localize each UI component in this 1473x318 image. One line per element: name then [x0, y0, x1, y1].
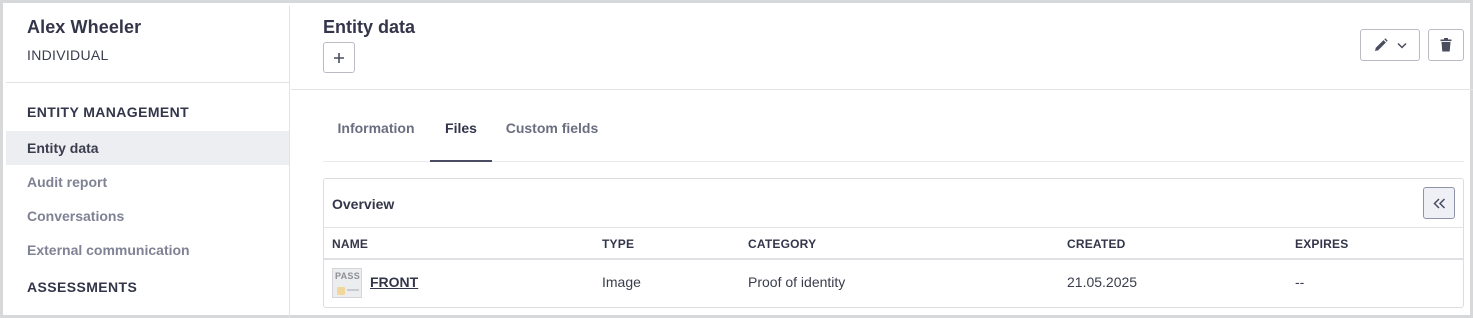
sidebar: Alex Wheeler INDIVIDUAL ENTITY MANAGEMEN… [6, 6, 290, 318]
entity-type: INDIVIDUAL [27, 47, 109, 63]
file-thumbnail[interactable]: PASS [332, 268, 362, 298]
app-frame: Alex Wheeler INDIVIDUAL ENTITY MANAGEMEN… [0, 0, 1473, 318]
column-header-expires[interactable]: EXPIRES [1295, 237, 1348, 251]
tab-custom-fields[interactable]: Custom fields [492, 109, 612, 162]
table-row: PASS FRONT Image Proof of identity 21.05… [324, 260, 1463, 306]
chevron-down-icon [1396, 42, 1407, 49]
table-header: NAME TYPE CATEGORY CREATED EXPIRES [324, 228, 1463, 260]
pencil-icon [1374, 38, 1388, 51]
double-chevron-left-icon [1432, 197, 1445, 209]
thumbnail-label: PASS [335, 271, 361, 281]
collapse-button[interactable] [1423, 187, 1455, 219]
passport-photo-icon [337, 287, 345, 295]
file-created: 21.05.2025 [1067, 274, 1138, 290]
section-title-entity-management: ENTITY MANAGEMENT [27, 104, 190, 120]
page-title: Entity data [323, 17, 416, 37]
edit-menu-button[interactable] [1360, 29, 1420, 61]
column-header-name[interactable]: NAME [332, 237, 368, 251]
tab-files[interactable]: Files [430, 109, 492, 162]
file-expires: -- [1295, 274, 1305, 290]
delete-button[interactable] [1428, 29, 1464, 61]
column-header-created[interactable]: CREATED [1067, 237, 1126, 251]
sidebar-item-external-communication[interactable]: External communication [6, 233, 289, 267]
sidebar-item-entity-data[interactable]: Entity data [6, 131, 289, 165]
trash-icon [1440, 38, 1452, 52]
entity-header: Alex Wheeler INDIVIDUAL [6, 6, 289, 83]
file-name-link[interactable]: FRONT [370, 274, 418, 290]
entity-name: Alex Wheeler [27, 17, 142, 37]
add-button[interactable] [323, 42, 355, 73]
tab-information[interactable]: Information [323, 109, 429, 162]
file-type: Image [602, 274, 641, 290]
overview-panel: Overview NAME TYPE CATEGORY CREATED EXPI… [323, 178, 1464, 308]
file-category: Proof of identity [748, 274, 846, 290]
passport-text-line [347, 289, 359, 291]
column-header-type[interactable]: TYPE [602, 237, 634, 251]
section-title-assessments: ASSESSMENTS [27, 279, 138, 295]
overview-title: Overview [332, 196, 395, 212]
column-header-category[interactable]: CATEGORY [748, 237, 816, 251]
plus-icon [334, 52, 344, 63]
main-header: Entity data [291, 6, 1473, 90]
tab-bar: Information Files Custom fields [323, 109, 1464, 162]
main-content: Entity data Information Files Custom fie… [291, 6, 1473, 318]
sidebar-nav: Entity data Audit report Conversations E… [6, 131, 289, 267]
overview-header: Overview [324, 179, 1463, 228]
sidebar-item-conversations[interactable]: Conversations [6, 199, 289, 233]
sidebar-item-audit-report[interactable]: Audit report [6, 165, 289, 199]
